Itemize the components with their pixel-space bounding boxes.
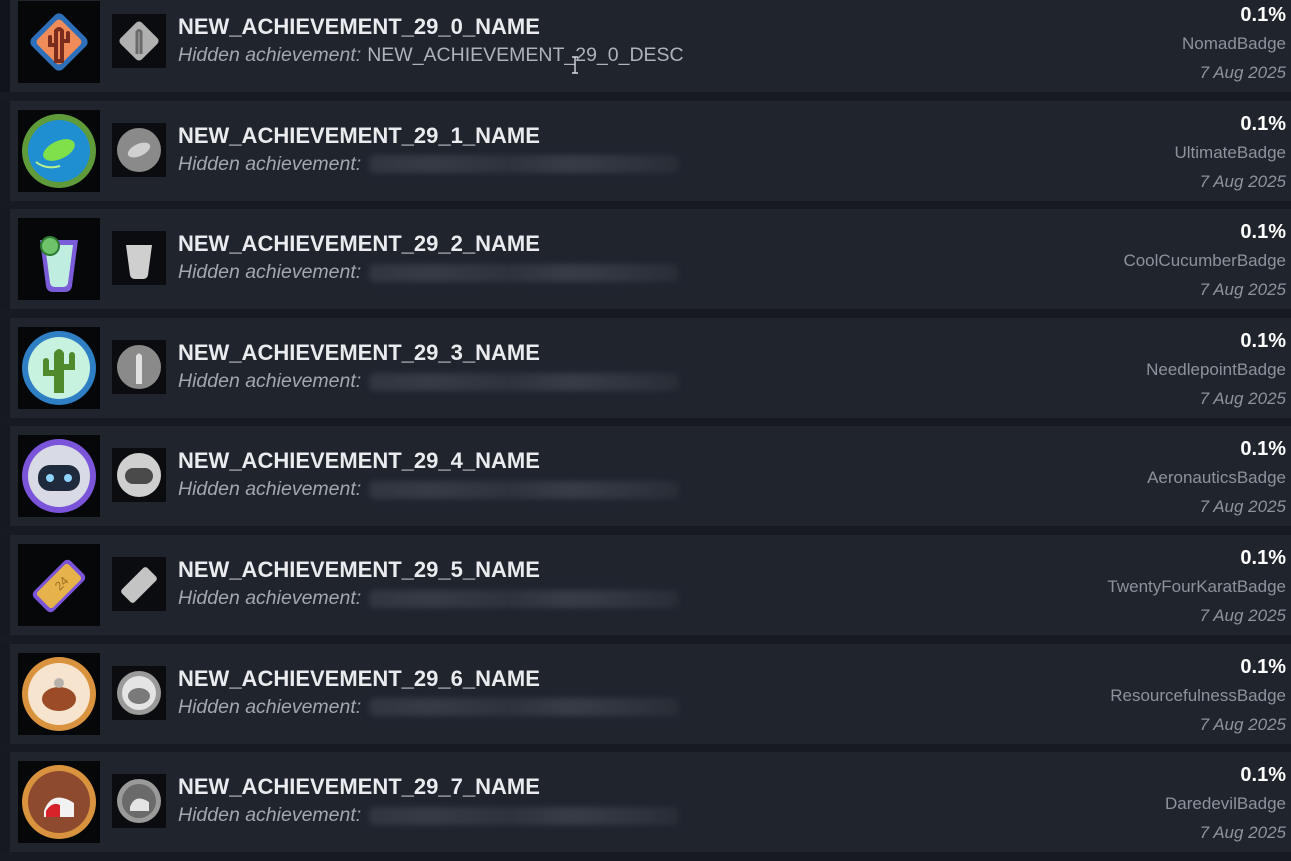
blurred-description bbox=[369, 264, 680, 283]
locked-frisbee-badge-icon bbox=[112, 122, 166, 177]
badge-name: AeronauticsBadge bbox=[1147, 468, 1286, 488]
hidden-achievement-label: Hidden achievement: bbox=[178, 369, 362, 392]
unlock-percentage: 0.1% bbox=[1240, 329, 1286, 352]
astronaut-helmet-badge-icon bbox=[18, 435, 100, 518]
badge-name: ResourcefulnessBadge bbox=[1110, 685, 1286, 705]
achievement-stats: 0.1% CoolCucumberBadge 7 Aug 2025 bbox=[1123, 220, 1286, 302]
locked-astronaut-helmet-badge-icon bbox=[112, 448, 166, 503]
achievement-description-line: Hidden achievement: bbox=[178, 369, 680, 393]
hidden-achievement-label: Hidden achievement: bbox=[178, 44, 362, 66]
blurred-description bbox=[369, 589, 680, 608]
achievement-stats: 0.1% TwentyFourKaratBadge 7 Aug 2025 bbox=[1107, 546, 1286, 628]
hidden-achievement-label: Hidden achievement: bbox=[178, 586, 362, 609]
achievement-name: NEW_ACHIEVEMENT_29_4_NAME bbox=[178, 448, 540, 474]
achievement-stats: 0.1% AeronauticsBadge 7 Aug 2025 bbox=[1147, 437, 1286, 519]
achievement-row[interactable]: 24 NEW_ACHIEVEMENT_29_5_NAME Hidden achi… bbox=[0, 534, 1291, 635]
achievement-stats: 0.1% NomadBadge 7 Aug 2025 bbox=[1182, 3, 1286, 85]
hidden-achievement-label: Hidden achievement: bbox=[178, 261, 362, 284]
unlock-date: 7 Aug 2025 bbox=[1199, 714, 1286, 734]
blurred-description bbox=[369, 372, 680, 391]
unlock-percentage: 0.1% bbox=[1240, 4, 1286, 26]
achievement-description-line: Hidden achievement: bbox=[178, 152, 680, 176]
achievement-name: NEW_ACHIEVEMENT_29_7_NAME bbox=[178, 774, 540, 800]
unlock-date: 7 Aug 2025 bbox=[1199, 497, 1286, 517]
achievement-description-line: Hidden achievement: bbox=[178, 478, 680, 501]
hidden-achievement-label: Hidden achievement: bbox=[178, 804, 362, 827]
locked-cactus-badge-icon bbox=[112, 14, 166, 68]
cucumber-drink-badge-icon bbox=[18, 218, 100, 301]
achievement-list: NEW_ACHIEVEMENT_29_0_NAME Hidden achieve… bbox=[0, 0, 1291, 861]
locked-gold-bar-badge-icon bbox=[112, 556, 166, 611]
unlock-date: 7 Aug 2025 bbox=[1199, 171, 1286, 191]
achievement-row[interactable]: NEW_ACHIEVEMENT_29_7_NAME Hidden achieve… bbox=[0, 752, 1291, 853]
achievement-row[interactable]: NEW_ACHIEVEMENT_29_2_NAME Hidden achieve… bbox=[0, 209, 1291, 310]
hidden-achievement-label: Hidden achievement: bbox=[178, 695, 362, 718]
unlock-percentage: 0.1% bbox=[1240, 112, 1286, 135]
achievement-row[interactable]: NEW_ACHIEVEMENT_29_0_NAME Hidden achieve… bbox=[0, 0, 1291, 92]
blurred-description bbox=[369, 155, 680, 174]
blurred-description bbox=[369, 481, 680, 500]
unlock-date: 7 Aug 2025 bbox=[1199, 605, 1286, 625]
achievement-description-line: Hidden achievement: bbox=[178, 804, 680, 827]
gold-bar-badge-icon: 24 bbox=[18, 543, 100, 626]
achievement-description-line: Hidden achievement: bbox=[178, 586, 680, 610]
unlock-date: 7 Aug 2025 bbox=[1199, 388, 1286, 408]
hidden-achievement-label: Hidden achievement: bbox=[178, 152, 362, 175]
unlock-date: 7 Aug 2025 bbox=[1199, 280, 1286, 300]
achievement-row[interactable]: NEW_ACHIEVEMENT_29_6_NAME Hidden achieve… bbox=[0, 643, 1291, 744]
achievement-name: NEW_ACHIEVEMENT_29_0_NAME bbox=[178, 14, 540, 39]
achievement-row[interactable]: NEW_ACHIEVEMENT_29_1_NAME Hidden achieve… bbox=[0, 100, 1291, 201]
blurred-description bbox=[369, 698, 680, 717]
blurred-description bbox=[369, 807, 680, 825]
achievement-row[interactable]: NEW_ACHIEVEMENT_29_3_NAME Hidden achieve… bbox=[0, 317, 1291, 418]
locked-roast-turkey-badge-icon bbox=[112, 665, 166, 720]
unlock-percentage: 0.1% bbox=[1240, 655, 1286, 678]
needlepoint-cactus-badge-icon bbox=[18, 326, 100, 409]
badge-name: CoolCucumberBadge bbox=[1123, 251, 1286, 271]
achievement-stats: 0.1% NeedlepointBadge 7 Aug 2025 bbox=[1146, 329, 1286, 411]
locked-daredevil-badge-icon bbox=[112, 774, 166, 829]
hidden-achievement-label: Hidden achievement: bbox=[178, 478, 362, 501]
roast-turkey-badge-icon bbox=[18, 652, 100, 735]
achievement-stats: 0.1% UltimateBadge 7 Aug 2025 bbox=[1174, 112, 1286, 194]
achievement-name: NEW_ACHIEVEMENT_29_6_NAME bbox=[178, 665, 540, 691]
badge-name: DaredevilBadge bbox=[1165, 794, 1286, 814]
achievement-row[interactable]: NEW_ACHIEVEMENT_29_4_NAME Hidden achieve… bbox=[0, 426, 1291, 527]
locked-cucumber-drink-badge-icon bbox=[112, 231, 166, 286]
achievement-description-line: Hidden achievement: bbox=[178, 695, 680, 719]
frisbee-badge-icon bbox=[18, 109, 100, 192]
achievement-stats: 0.1% DaredevilBadge 7 Aug 2025 bbox=[1165, 763, 1286, 845]
unlock-percentage: 0.1% bbox=[1240, 438, 1286, 461]
achievement-description: NEW_ACHIEVEMENT_29_0_DESC bbox=[367, 44, 684, 66]
unlock-date: 7 Aug 2025 bbox=[1199, 823, 1286, 843]
achievement-name: NEW_ACHIEVEMENT_29_1_NAME bbox=[178, 122, 540, 148]
locked-needlepoint-cactus-badge-icon bbox=[112, 339, 166, 394]
badge-name: NeedlepointBadge bbox=[1146, 359, 1286, 379]
achievement-stats: 0.1% ResourcefulnessBadge 7 Aug 2025 bbox=[1110, 655, 1286, 737]
daredevil-badge-icon bbox=[18, 761, 100, 844]
achievement-description-line: Hidden achievement: NEW_ACHIEVEMENT_29_0_… bbox=[178, 44, 684, 67]
badge-name: TwentyFourKaratBadge bbox=[1107, 576, 1286, 596]
unlock-percentage: 0.1% bbox=[1240, 546, 1286, 569]
unlock-percentage: 0.1% bbox=[1240, 764, 1286, 787]
achievement-name: NEW_ACHIEVEMENT_29_5_NAME bbox=[178, 556, 540, 582]
achievement-name: NEW_ACHIEVEMENT_29_3_NAME bbox=[178, 339, 540, 365]
text-cursor-icon bbox=[572, 56, 578, 74]
unlock-date: 7 Aug 2025 bbox=[1199, 63, 1286, 82]
unlock-percentage: 0.1% bbox=[1240, 221, 1286, 244]
cactus-badge-icon bbox=[18, 1, 100, 83]
badge-name: NomadBadge bbox=[1182, 34, 1286, 53]
achievement-description-line: Hidden achievement: bbox=[178, 261, 680, 284]
badge-name: UltimateBadge bbox=[1174, 142, 1286, 162]
achievement-name: NEW_ACHIEVEMENT_29_2_NAME bbox=[178, 231, 540, 257]
